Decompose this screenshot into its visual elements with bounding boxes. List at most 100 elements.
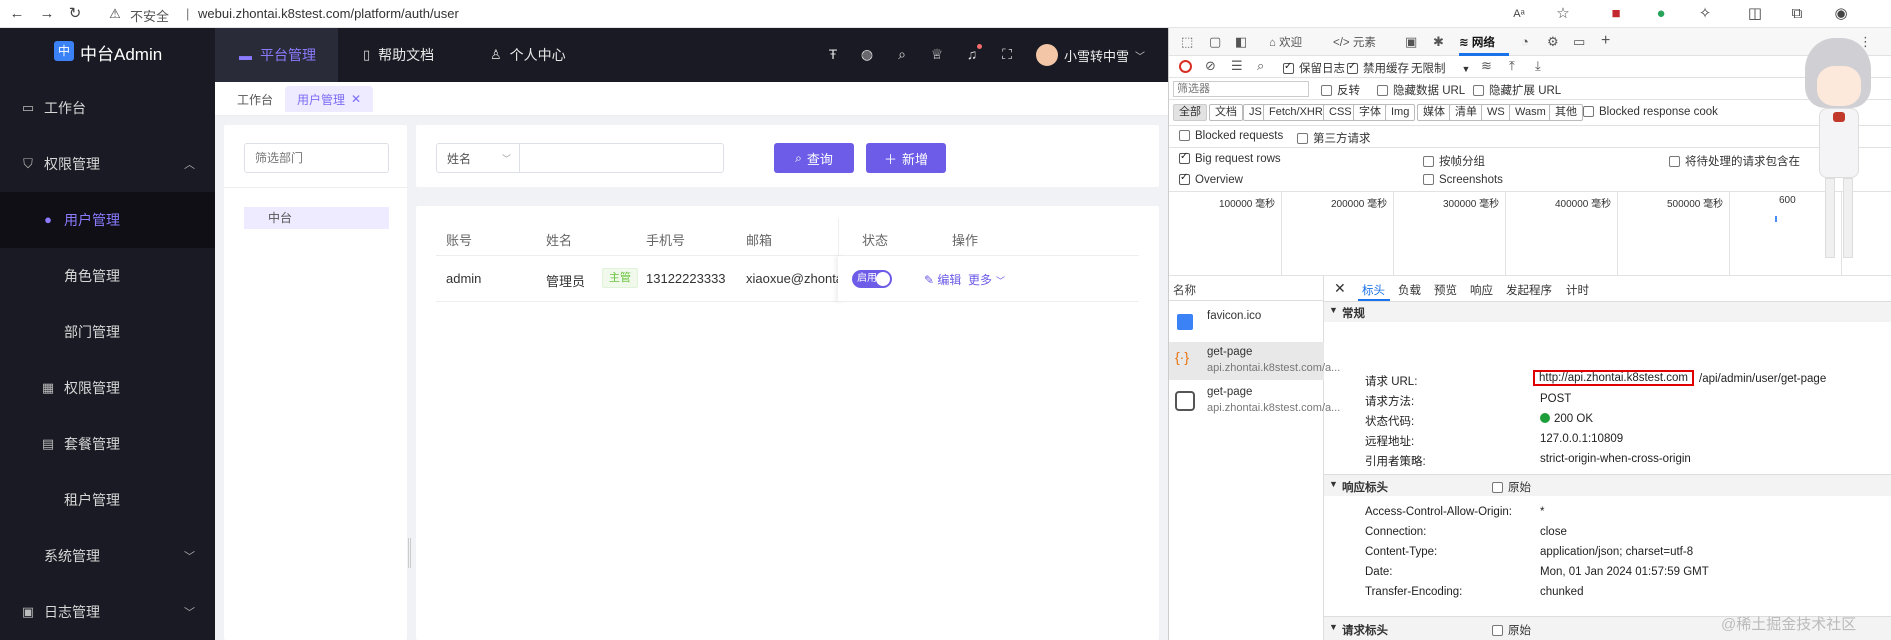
edit-link[interactable]: ✎ 编辑 — [924, 271, 961, 288]
sidebar-item-users[interactable]: ● 用户管理 — [0, 192, 215, 248]
tab-preview[interactable]: 预览 — [1434, 282, 1457, 298]
request-row[interactable]: favicon.ico — [1169, 304, 1324, 340]
settings-icon[interactable]: ⚙ — [1547, 34, 1559, 50]
tab-network[interactable]: ≋ 网络 — [1459, 34, 1495, 50]
sidebar-item-logs[interactable]: ▣ 日志管理 ﹀ — [0, 584, 215, 640]
section-general-header[interactable]: ▼ 常规 — [1324, 302, 1891, 322]
type-chip-doc[interactable]: 文档 — [1209, 104, 1243, 121]
close-icon[interactable]: ✕ — [351, 92, 361, 106]
nav-profile[interactable]: ♙ 个人中心 — [490, 28, 566, 82]
type-chip-other[interactable]: 其他 — [1549, 104, 1583, 121]
request-row-selected[interactable]: {·} get-page api.zhontai.k8stest.com/a..… — [1169, 342, 1340, 380]
tab-headers[interactable]: 标头 — [1362, 282, 1385, 298]
type-chip-media[interactable]: 媒体 — [1417, 104, 1451, 121]
search-input[interactable] — [519, 143, 724, 173]
big-rows-checkbox[interactable]: Big request rows — [1179, 151, 1281, 165]
read-aloud-icon[interactable]: Aᵃ — [1508, 3, 1530, 25]
sidebar-item-system[interactable]: 系统管理 ﹀ — [0, 528, 215, 584]
font-size-icon[interactable]: Ŧ — [824, 46, 842, 62]
tab-user-management[interactable]: 用户管理 ✕ — [285, 86, 374, 112]
search-button[interactable]: ⌕ 查询 — [774, 143, 854, 173]
inspect-icon[interactable]: ⬚ — [1181, 34, 1193, 50]
extension-icon[interactable]: ■ — [1605, 3, 1627, 25]
collections-icon[interactable]: ⧉ — [1786, 3, 1808, 25]
performance-icon[interactable]: ◔ — [1521, 34, 1529, 49]
tab-elements[interactable]: </> 元素 — [1333, 34, 1376, 50]
type-chip-img[interactable]: Img — [1385, 104, 1416, 121]
favorite-icon[interactable]: ☆ — [1552, 3, 1574, 25]
tab-timing[interactable]: 计时 — [1566, 282, 1589, 298]
resize-handle[interactable] — [408, 538, 411, 568]
search-icon[interactable]: ⌕ — [893, 46, 911, 63]
raw-checkbox[interactable]: 原始 — [1492, 479, 1531, 495]
throttle-select[interactable]: 无限制 ▼ — [1411, 60, 1470, 76]
blocked-requests-checkbox[interactable]: Blocked requests — [1179, 130, 1283, 142]
sidebar-item-departments[interactable]: 部门管理 — [0, 304, 215, 360]
department-filter-input[interactable] — [244, 143, 389, 173]
tab-welcome[interactable]: ⌂ 欢迎 — [1269, 34, 1302, 50]
hide-ext-url-checkbox[interactable]: 隐藏扩展 URL — [1473, 82, 1561, 98]
bug-icon[interactable]: ✱ — [1433, 34, 1444, 50]
sidebar-item-tenants[interactable]: 租户管理 — [0, 472, 215, 528]
type-chip-manifest[interactable]: 清单 — [1449, 104, 1483, 121]
invert-checkbox[interactable]: 反转 — [1321, 82, 1360, 98]
add-button[interactable]: ＋ 新增 — [866, 143, 946, 173]
back-icon[interactable]: ← — [6, 3, 28, 25]
nav-help-docs[interactable]: ▯ 帮助文档 — [363, 28, 434, 82]
field-select[interactable]: 姓名 ﹀ — [436, 143, 520, 173]
overview-checkbox[interactable]: Overview — [1179, 172, 1243, 186]
extension-green-icon[interactable]: ● — [1650, 3, 1672, 25]
sidebar-item-workbench[interactable]: ▭ 工作台 — [0, 80, 215, 136]
sidebar-item-roles[interactable]: 角色管理 — [0, 248, 215, 304]
type-chip-xhr[interactable]: Fetch/XHR — [1263, 104, 1329, 121]
blocked-cookies-checkbox[interactable]: Blocked response cook — [1583, 106, 1718, 118]
section-response-headers[interactable]: ▼ 响应标头 原始 — [1324, 474, 1891, 496]
type-chip-all[interactable]: 全部 — [1173, 104, 1207, 121]
pending-checkbox[interactable]: 将待处理的请求包含在 — [1669, 153, 1800, 169]
more-dropdown[interactable]: 更多 ﹀ — [968, 271, 1005, 288]
type-chip-wasm[interactable]: Wasm — [1509, 104, 1552, 121]
device-icon[interactable]: ▢ — [1209, 34, 1221, 50]
sidebar-item-permission-group[interactable]: ⛉ 权限管理 ︿ — [0, 136, 215, 192]
disable-cache-checkbox[interactable]: 禁用缓存 — [1347, 60, 1409, 76]
profile-icon[interactable]: ◉ — [1830, 3, 1852, 25]
tab-initiator[interactable]: 发起程序 — [1506, 282, 1552, 298]
download-icon[interactable]: ⤓ — [1535, 58, 1541, 74]
extensions-icon[interactable]: ✧ — [1694, 3, 1716, 25]
dept-tree-node[interactable]: 中台 — [244, 207, 389, 229]
nav-platform[interactable]: ▬ 平台管理 — [215, 28, 338, 82]
screenshots-checkbox[interactable]: Screenshots — [1423, 174, 1503, 186]
address-bar[interactable]: webui.zhontai.k8stest.com/platform/auth/… — [198, 6, 459, 21]
sidebar-item-permissions[interactable]: ▦ 权限管理 — [0, 360, 215, 416]
record-icon[interactable] — [1179, 60, 1192, 73]
reload-icon[interactable]: ↻ — [64, 3, 86, 25]
application-icon[interactable]: ▭ — [1573, 34, 1585, 50]
status-toggle[interactable]: 启用 — [852, 270, 892, 288]
type-chip-font[interactable]: 字体 — [1353, 104, 1387, 121]
tab-workbench[interactable]: 工作台 — [225, 86, 285, 112]
globe-icon[interactable]: ◍ — [858, 46, 876, 63]
close-icon[interactable]: ✕ — [1334, 280, 1346, 297]
fullscreen-icon[interactable]: ⛶ — [998, 46, 1016, 63]
upload-icon[interactable]: ⤒ — [1509, 58, 1515, 74]
tab-payload[interactable]: 负载 — [1398, 282, 1421, 298]
forward-icon[interactable]: → — [36, 3, 58, 25]
user-menu[interactable]: 小雪转中雪 ﹀ — [1036, 40, 1145, 70]
group-frame-checkbox[interactable]: 按帧分组 — [1423, 153, 1485, 169]
request-row[interactable]: get-page api.zhontai.k8stest.com/a... — [1169, 382, 1340, 420]
type-chip-ws[interactable]: WS — [1481, 104, 1511, 121]
sidebar-item-packages[interactable]: ▤ 套餐管理 — [0, 416, 215, 472]
preserve-log-checkbox[interactable]: 保留日志 — [1283, 60, 1345, 76]
tab-response[interactable]: 响应 — [1470, 282, 1493, 298]
raw-checkbox[interactable]: 原始 — [1492, 622, 1531, 638]
split-screen-icon[interactable]: ◫ — [1744, 3, 1766, 25]
console-icon[interactable]: ▣ — [1405, 34, 1417, 50]
hide-data-url-checkbox[interactable]: 隐藏数据 URL — [1377, 82, 1465, 98]
clear-icon[interactable]: ⊘ — [1205, 58, 1216, 74]
sidebar-toggle-icon[interactable]: ◧ — [1235, 34, 1247, 50]
theme-icon[interactable]: ♕ — [928, 46, 946, 63]
network-filter-input[interactable] — [1173, 81, 1309, 97]
filter-icon[interactable]: ☰ — [1231, 58, 1243, 74]
third-party-checkbox[interactable]: 第三方请求 — [1297, 130, 1371, 146]
timeline-overview[interactable]: 100000 毫秒 200000 毫秒 300000 毫秒 400000 毫秒 … — [1169, 192, 1891, 276]
